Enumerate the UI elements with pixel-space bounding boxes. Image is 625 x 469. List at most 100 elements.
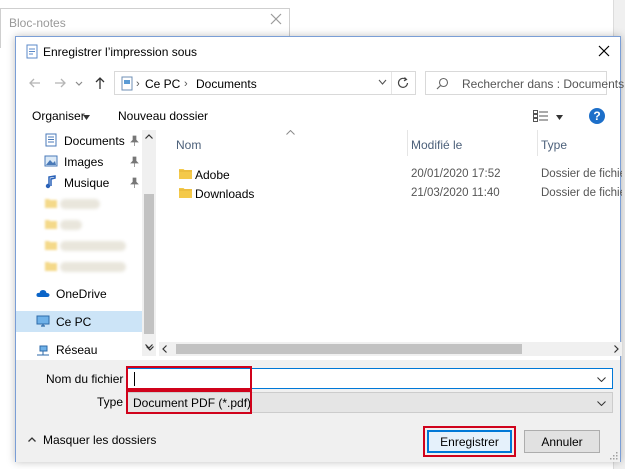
view-dropdown-icon[interactable] [556,115,563,120]
nav-item-images[interactable]: Images [16,151,142,172]
address-bar[interactable]: › Ce PC › Documents [114,71,416,95]
save-form: Nom du fichier : Type : Document PDF (*.… [16,360,620,462]
chevron-down-icon[interactable] [597,377,606,382]
file-type: Dossier de fichiers [541,168,622,180]
pin-icon [130,135,139,146]
nav-item-label: Images [64,155,104,169]
nav-item-label: Documents [64,134,125,148]
save-button[interactable]: Enregistrer [427,430,512,453]
folder-icon [45,241,57,250]
column-header-type[interactable]: Type [541,138,567,152]
cancel-button[interactable]: Annuler [524,430,600,453]
breadcrumb-chevron-icon: › [136,78,140,90]
chevron-down-icon[interactable] [597,401,606,406]
scroll-right-icon[interactable] [614,345,619,353]
file-name: Adobe [195,168,230,182]
documents-icon [45,133,57,147]
redacted-label [60,241,126,251]
search-box[interactable]: Rechercher dans : Documents [425,71,624,95]
close-icon[interactable] [598,45,610,57]
dialog-titlebar: Enregistrer l’impression sous [16,37,620,66]
filename-label: Nom du fichier : [46,372,131,386]
new-folder-button[interactable]: Nouveau dossier [118,109,208,123]
breadcrumb-ce-pc[interactable]: Ce PC [145,77,180,91]
resize-grip-icon[interactable] [608,450,618,460]
column-header-modified[interactable]: Modifié le [411,138,462,152]
pin-icon [130,177,139,188]
scrollbar-thumb[interactable] [176,344,522,354]
nav-item-label: Réseau [56,343,98,356]
navigation-pane: Documents Images Musique OneDrive Ce PC … [16,130,156,356]
computer-icon [36,315,50,327]
text-caret [134,372,135,386]
nav-item-label: Ce PC [56,315,92,329]
breadcrumb-documents[interactable]: Documents [196,77,257,91]
location-icon [121,76,133,91]
forward-arrow-icon[interactable] [52,75,68,91]
file-modified: 21/03/2020 11:40 [411,187,500,199]
navigation-scrollbar[interactable] [142,130,156,356]
images-icon [44,155,58,167]
network-icon [37,345,49,356]
file-type: Dossier de fichiers [541,187,622,199]
scroll-down-icon[interactable] [146,346,154,351]
column-separator[interactable] [407,130,408,156]
nav-item-music[interactable]: Musique [16,172,142,193]
file-row[interactable]: Adobe 20/01/2020 17:52 Dossier de fichie… [159,165,622,184]
recent-locations-chevron-icon[interactable] [74,75,84,91]
nav-item-label: Musique [64,176,110,190]
column-separator[interactable] [537,130,538,156]
file-type-select[interactable]: Document PDF (*.pdf) [127,392,613,413]
nav-item-label: OneDrive [56,287,107,301]
save-dialog: Enregistrer l’impression sous › Ce PC › … [15,36,624,462]
organize-dropdown-icon[interactable] [83,115,90,120]
file-list: Nom Modifié le Type Adobe 20/01/2020 17:… [159,130,622,356]
nav-item-redacted[interactable] [16,214,142,235]
file-name: Downloads [195,187,255,201]
refresh-icon[interactable] [396,76,410,90]
hide-folders-label: Masquer les dossiers [43,433,157,447]
redacted-label [60,220,82,230]
folder-icon [179,188,192,198]
navigation-bar: › Ce PC › Documents Rechercher dans : Do… [16,69,624,99]
up-arrow-icon[interactable] [92,75,108,91]
nav-item-redacted[interactable] [16,235,142,256]
redacted-label [60,199,100,209]
filename-field[interactable] [127,368,613,389]
folder-icon [179,169,192,179]
command-bar: Organiser Nouveau dossier ? [16,103,620,129]
onedrive-icon [36,290,50,297]
scroll-left-icon[interactable] [162,345,167,353]
file-type-value: Document PDF (*.pdf) [133,396,252,410]
type-label: Type : [97,395,130,409]
nav-item-network[interactable]: Réseau [16,339,142,356]
search-icon [436,77,449,90]
breadcrumb-chevron-icon: › [184,78,188,90]
address-dropdown-icon[interactable] [378,79,387,85]
nav-item-documents[interactable]: Documents [16,130,142,151]
filename-input[interactable] [132,370,592,387]
file-modified: 20/01/2020 17:52 [411,168,501,180]
scroll-up-icon[interactable] [145,134,153,139]
document-icon [26,44,38,59]
background-window-title: Bloc-notes [9,16,66,30]
chevron-up-icon [28,437,36,442]
column-header-name[interactable]: Nom [176,138,201,152]
pin-icon [130,156,139,167]
nav-item-ce-pc[interactable]: Ce PC [16,311,142,332]
back-arrow-icon[interactable] [27,75,43,91]
horizontal-scrollbar[interactable] [159,342,622,356]
organize-menu[interactable]: Organiser [32,109,85,123]
folder-icon [45,199,57,208]
folder-icon [45,220,57,229]
address-separator [391,72,392,94]
nav-item-redacted[interactable] [16,256,142,277]
view-options-icon[interactable] [533,110,548,122]
scrollbar-thumb[interactable] [144,194,154,334]
help-icon[interactable]: ? [589,108,605,124]
file-row[interactable]: Downloads 21/03/2020 11:40 Dossier de fi… [159,184,622,203]
sort-ascending-icon [286,130,295,135]
close-icon[interactable] [269,12,283,26]
nav-item-redacted[interactable] [16,193,142,214]
nav-item-onedrive[interactable]: OneDrive [16,283,142,304]
